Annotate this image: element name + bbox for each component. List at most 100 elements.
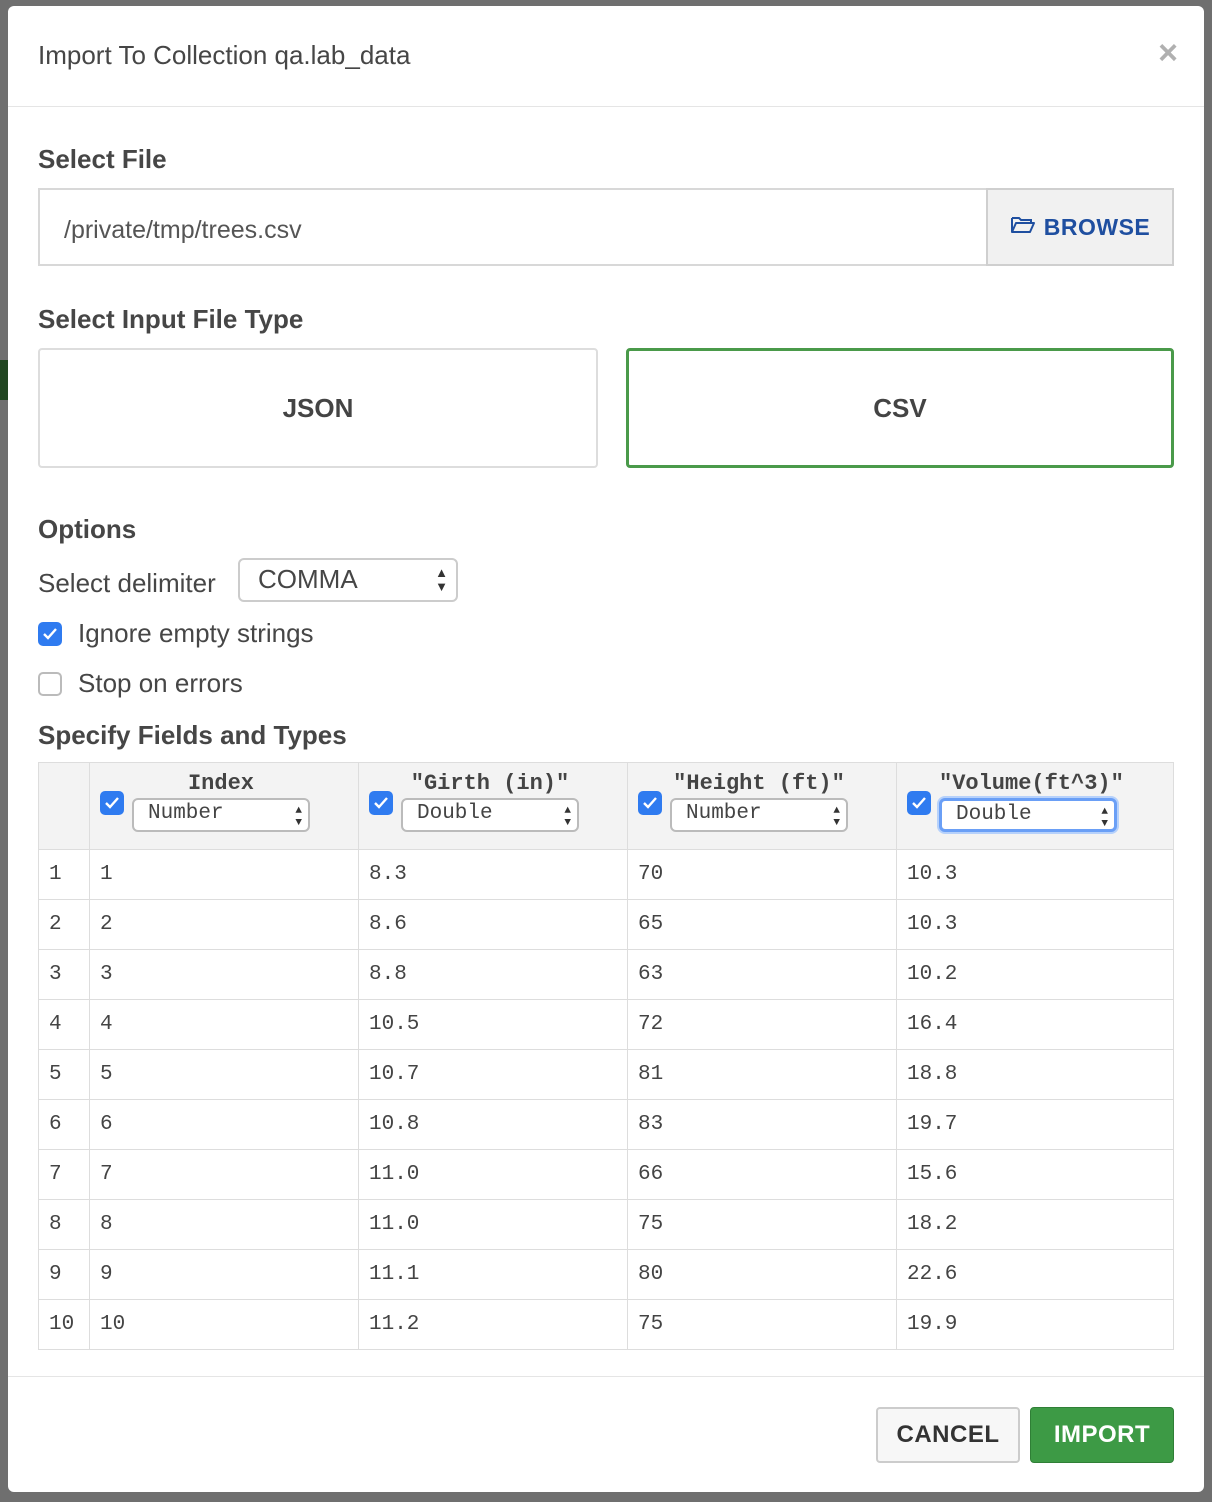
table-cell: 15.6 xyxy=(896,1149,1174,1200)
rownum-header xyxy=(38,762,90,850)
stop-on-errors-checkbox[interactable] xyxy=(38,671,62,696)
table-cell: 72 xyxy=(627,999,897,1050)
row-number: 8 xyxy=(38,1199,90,1250)
stop-on-errors-label: Stop on errors xyxy=(78,668,243,698)
table-cell: 10.3 xyxy=(896,849,1174,900)
table-cell: 18.2 xyxy=(896,1199,1174,1250)
table-row: 4 4 10.5 72 16.4 xyxy=(38,999,1174,1050)
row-number: 4 xyxy=(38,999,90,1050)
table-cell: 1 xyxy=(89,849,359,900)
table-cell: 65 xyxy=(627,899,897,950)
select-arrows-icon: ▲ ▼ xyxy=(1101,806,1108,830)
stop-on-errors-row[interactable]: Stop on errors xyxy=(38,668,243,699)
file-type-label: Select Input File Type xyxy=(38,304,304,334)
table-body: 1 1 8.3 70 10.3 2 2 8.6 65 10.3 3 3 8.8 63 10.2 4 4 10.5 7… xyxy=(38,849,1174,1350)
table-cell: 19.7 xyxy=(896,1099,1174,1150)
select-arrows-icon: ▲ ▼ xyxy=(564,805,571,829)
table-cell: 3 xyxy=(89,949,359,1000)
delimiter-value: COMMA xyxy=(258,564,358,594)
ignore-empty-checkbox[interactable] xyxy=(38,621,62,646)
checkmark-icon xyxy=(912,797,926,809)
column-name: "Volume(ft^3)" xyxy=(939,771,1124,796)
cancel-button[interactable]: CANCEL xyxy=(876,1407,1020,1463)
row-number: 7 xyxy=(38,1149,90,1200)
filetype-json-option[interactable]: JSON xyxy=(38,348,598,468)
table-cell: 18.8 xyxy=(896,1049,1174,1100)
import-dialog: Import To Collection qa.lab_data × Selec… xyxy=(8,6,1204,1492)
dialog-footer: CANCEL IMPORT xyxy=(8,1376,1204,1493)
table-cell: 16.4 xyxy=(896,999,1174,1050)
checkmark-icon xyxy=(374,797,388,809)
table-cell: 4 xyxy=(89,999,359,1050)
table-cell: 10.7 xyxy=(358,1049,628,1100)
close-icon[interactable]: × xyxy=(1158,36,1178,70)
row-number: 6 xyxy=(38,1099,90,1150)
table-cell: 10.3 xyxy=(896,899,1174,950)
column-type-value: Double xyxy=(956,803,1032,826)
fields-table: Index Number ▲▼ "Girth (in)" Double ▲▼ xyxy=(38,762,1174,1350)
ignore-empty-label: Ignore empty strings xyxy=(78,618,314,648)
row-number: 10 xyxy=(38,1299,90,1350)
row-number: 5 xyxy=(38,1049,90,1100)
table-cell: 9 xyxy=(89,1249,359,1300)
filetype-csv-option[interactable]: CSV xyxy=(626,348,1174,468)
table-cell: 70 xyxy=(627,849,897,900)
fields-label: Specify Fields and Types xyxy=(38,720,347,750)
table-cell: 5 xyxy=(89,1049,359,1100)
column-include-checkbox[interactable] xyxy=(907,791,931,815)
table-cell: 10.2 xyxy=(896,949,1174,1000)
column-type-value: Number xyxy=(148,802,224,825)
select-file-label: Select File xyxy=(38,144,167,174)
table-row: 3 3 8.8 63 10.2 xyxy=(38,949,1174,1000)
folder-open-icon xyxy=(1010,214,1036,241)
column-include-checkbox[interactable] xyxy=(638,791,662,815)
column-include-checkbox[interactable] xyxy=(369,791,393,815)
delimiter-select[interactable]: COMMA ▲ ▼ xyxy=(238,558,458,602)
table-cell: 75 xyxy=(627,1299,897,1350)
table-cell: 22.6 xyxy=(896,1249,1174,1300)
table-cell: 8.3 xyxy=(358,849,628,900)
delimiter-label: Select delimiter xyxy=(38,568,216,598)
table-cell: 10.8 xyxy=(358,1099,628,1150)
row-number: 2 xyxy=(38,899,90,950)
browse-button[interactable]: BROWSE xyxy=(986,188,1174,266)
row-number: 9 xyxy=(38,1249,90,1300)
column-name: Index xyxy=(187,771,254,796)
table-cell: 10 xyxy=(89,1299,359,1350)
column-header: "Volume(ft^3)" Double ▲ ▼ xyxy=(896,762,1174,850)
table-row: 10 10 11.2 75 19.9 xyxy=(38,1299,1174,1350)
checkmark-icon xyxy=(643,797,657,809)
table-row: 2 2 8.6 65 10.3 xyxy=(38,899,1174,950)
import-button[interactable]: IMPORT xyxy=(1030,1407,1174,1463)
column-name: "Girth (in)" xyxy=(410,771,570,796)
table-row: 7 7 11.0 66 15.6 xyxy=(38,1149,1174,1200)
table-cell: 75 xyxy=(627,1199,897,1250)
table-cell: 6 xyxy=(89,1099,359,1150)
checkmark-icon xyxy=(105,797,119,809)
table-cell: 63 xyxy=(627,949,897,1000)
checkmark-icon xyxy=(43,627,57,640)
column-type-select[interactable]: Double ▲ ▼ xyxy=(939,798,1117,832)
ignore-empty-strings-row[interactable]: Ignore empty strings xyxy=(38,618,314,649)
table-row: 5 5 10.7 81 18.8 xyxy=(38,1049,1174,1100)
table-cell: 10.5 xyxy=(358,999,628,1050)
table-cell: 83 xyxy=(627,1099,897,1150)
column-type-select[interactable]: Number ▲ ▼ xyxy=(670,798,848,832)
column-type-select[interactable]: Double ▲ ▼ xyxy=(401,798,579,832)
select-arrows-icon: ▲ ▼ xyxy=(295,805,302,829)
column-type-select[interactable]: Number ▲ ▼ xyxy=(132,798,310,832)
table-cell: 8.8 xyxy=(358,949,628,1000)
row-number: 3 xyxy=(38,949,90,1000)
table-row: 6 6 10.8 83 19.7 xyxy=(38,1099,1174,1150)
column-include-checkbox[interactable] xyxy=(100,791,124,815)
table-cell: 11.0 xyxy=(358,1199,628,1250)
table-cell: 11.1 xyxy=(358,1249,628,1300)
file-path-input[interactable]: /private/tmp/trees.csv xyxy=(38,188,986,266)
table-cell: 7 xyxy=(89,1149,359,1200)
table-cell: 8.6 xyxy=(358,899,628,950)
select-arrows-icon: ▲ ▼ xyxy=(833,805,840,829)
column-header: "Height (ft)" Number ▲ ▼ xyxy=(627,762,897,850)
dialog-title: Import To Collection qa.lab_data xyxy=(38,40,411,70)
options-label: Options xyxy=(38,514,137,544)
table-cell: 19.9 xyxy=(896,1299,1174,1350)
